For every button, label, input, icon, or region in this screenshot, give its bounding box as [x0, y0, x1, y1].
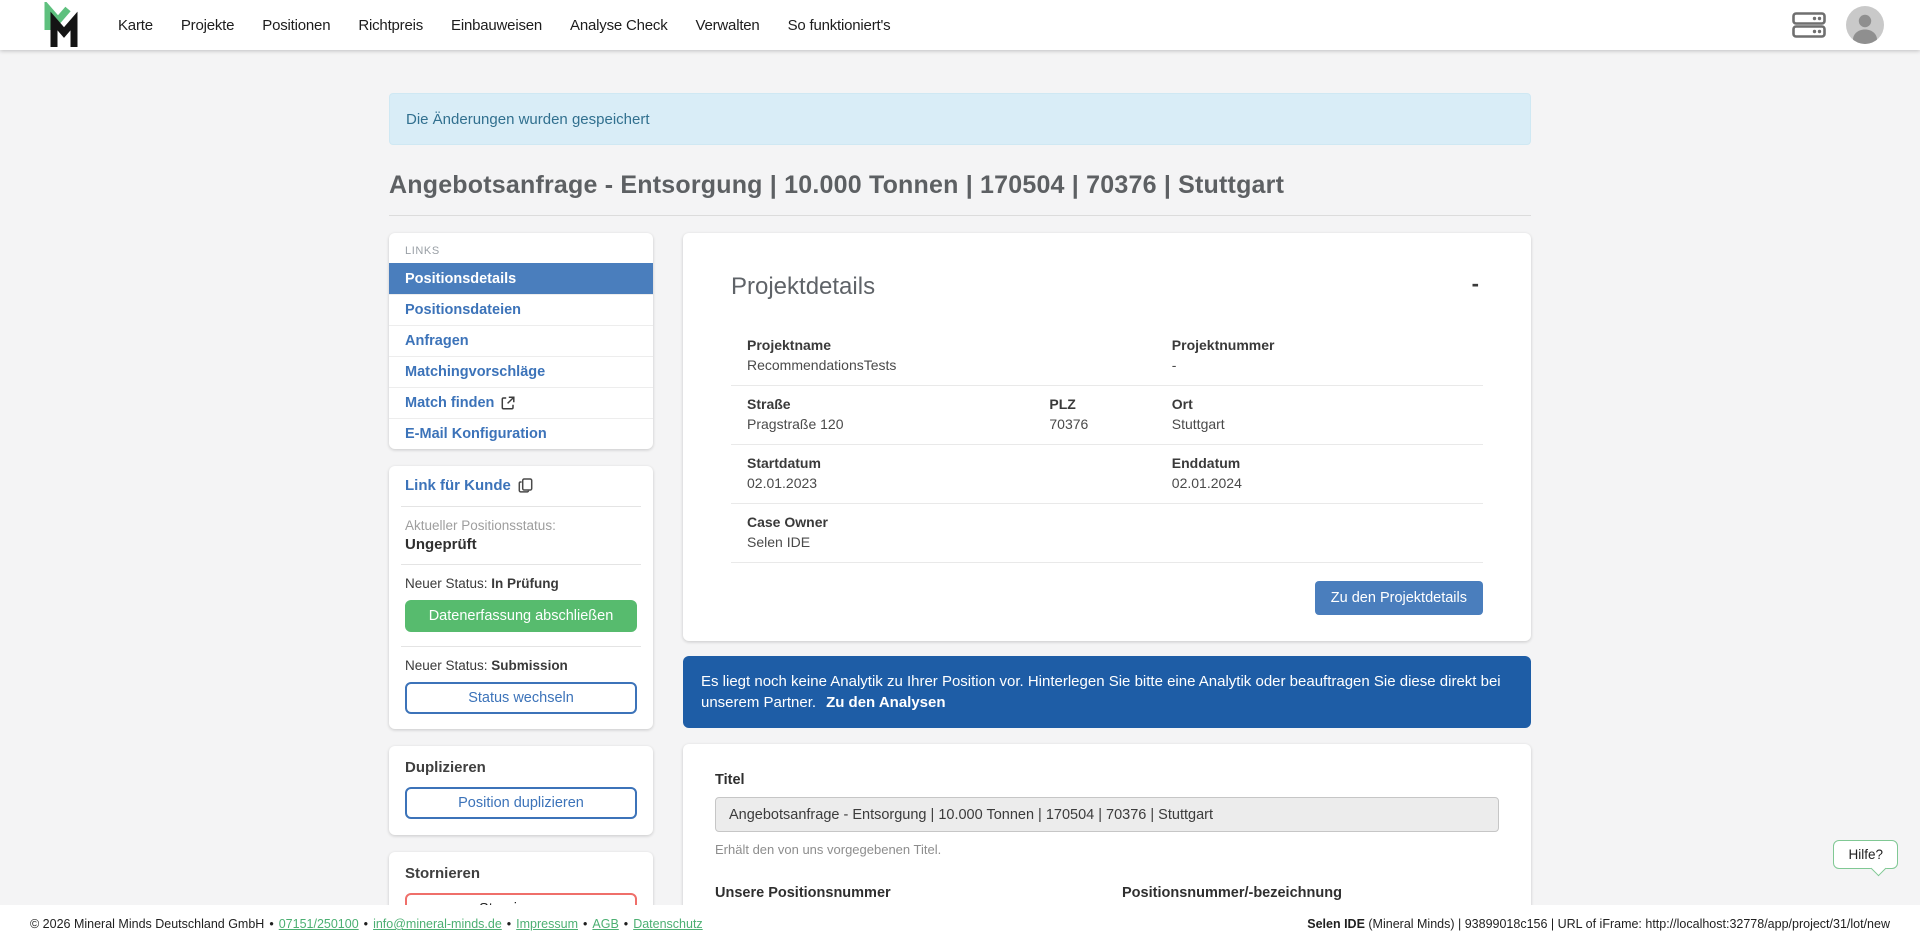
sidebar-item-positionsdateien[interactable]: Positionsdateien: [389, 294, 653, 325]
sidebar-item-label: E-Mail Konfiguration: [405, 426, 547, 442]
field-label: PLZ: [1049, 396, 1171, 412]
footer-impressum-link[interactable]: Impressum: [516, 917, 578, 931]
user-avatar-icon[interactable]: [1846, 6, 1884, 44]
footer-agb-link[interactable]: AGB: [592, 917, 618, 931]
switch-status-button[interactable]: Status wechseln: [405, 682, 637, 714]
duplicate-card-title: Duplizieren: [405, 759, 637, 776]
customer-link-label: Link für Kunde: [405, 477, 511, 494]
go-to-analyses-link[interactable]: Zu den Analysen: [826, 694, 945, 711]
status-card: Link für Kunde Aktueller Positionsstatus…: [389, 466, 653, 729]
nav-item-analyse-check[interactable]: Analyse Check: [570, 17, 667, 34]
go-to-project-details-button[interactable]: Zu den Projektdetails: [1315, 581, 1483, 615]
alert-message: Die Änderungen wurden gespeichert: [406, 111, 650, 128]
main-content: Projektdetails - Projektname Recommendati…: [683, 233, 1531, 943]
table-row: Startdatum 02.01.2023 Enddatum 02.01.2024: [731, 444, 1483, 503]
mineral-minds-logo[interactable]: [40, 0, 84, 50]
logo-icon: [40, 2, 84, 48]
help-button[interactable]: Hilfe?: [1833, 840, 1898, 869]
sidebar-item-label: Positionsdetails: [405, 271, 516, 287]
titel-label: Titel: [715, 772, 1499, 788]
field-value: RecommendationsTests: [747, 357, 1172, 373]
duplicate-card: Duplizieren Position duplizieren: [389, 746, 653, 835]
field-value: 02.01.2024: [1172, 475, 1467, 491]
help-button-label: Hilfe?: [1848, 847, 1883, 862]
nav-item-einbauweisen[interactable]: Einbauweisen: [451, 17, 542, 34]
project-details-card: Projektdetails - Projektname Recommendati…: [683, 233, 1531, 641]
field-label: Projektname: [747, 337, 1172, 353]
save-success-alert: Die Änderungen wurden gespeichert: [389, 93, 1531, 145]
sidebar-item-label: Matchingvorschläge: [405, 364, 545, 380]
new-status-line-2: Neuer Status: Submission: [405, 658, 637, 673]
links-card-header: LINKS: [389, 233, 653, 263]
page-title: Angebotsanfrage - Entsorgung | 10.000 To…: [389, 171, 1531, 216]
cancel-card-title: Stornieren: [405, 865, 637, 882]
page-container: Die Änderungen wurden gespeichert Angebo…: [389, 93, 1531, 943]
customer-link[interactable]: Link für Kunde: [405, 477, 533, 494]
sidebar-item-email-konfiguration[interactable]: E-Mail Konfiguration: [389, 418, 653, 449]
nav-item-karte[interactable]: Karte: [118, 17, 153, 34]
footer-phone-link[interactable]: 07151/250100: [279, 917, 359, 931]
sidebar-item-positionsdetails[interactable]: Positionsdetails: [389, 263, 653, 294]
sidebar-item-match-finden[interactable]: Match finden: [389, 387, 653, 418]
footer-user-name: Selen IDE: [1307, 917, 1365, 931]
field-value: 02.01.2023: [747, 475, 1172, 491]
field-label: Case Owner: [747, 514, 1467, 530]
collapse-card-button[interactable]: -: [1468, 273, 1483, 295]
titel-helper-text: Erhält den von uns vorgegebenen Titel.: [715, 842, 1499, 857]
copy-icon: [518, 478, 533, 493]
current-status-value: Ungeprüft: [405, 536, 637, 553]
field-label: Projektnummer: [1172, 337, 1467, 353]
field-label: Startdatum: [747, 455, 1172, 471]
footer-user-info: Selen IDE (Mineral Minds) | 93899018c156…: [1307, 917, 1890, 931]
sidebar-item-label: Positionsdateien: [405, 302, 521, 318]
table-row: Projektname RecommendationsTests Projektn…: [731, 327, 1483, 385]
banner-text: Es liegt noch keine Analytik zu Ihrer Po…: [701, 673, 1501, 711]
field-value: Selen IDE: [747, 534, 1467, 550]
current-status-label: Aktueller Positionsstatus:: [405, 518, 637, 533]
finish-data-entry-button[interactable]: Datenerfassung abschließen: [405, 600, 637, 632]
new-status-line-1: Neuer Status: In Prüfung: [405, 576, 637, 591]
nav-item-so-funktionierts[interactable]: So funktioniert's: [788, 17, 891, 34]
field-value: Stuttgart: [1172, 416, 1467, 432]
field-label: Ort: [1172, 396, 1467, 412]
field-value: Pragstraße 120: [747, 416, 1049, 432]
custom-position-number-label: Positionsnummer/-bezeichnung: [1122, 885, 1499, 901]
footer-datenschutz-link[interactable]: Datenschutz: [633, 917, 702, 931]
page-footer: © 2026 Mineral Minds Deutschland GmbH•07…: [0, 905, 1920, 943]
field-label: Straße: [747, 396, 1049, 412]
server-rack-icon[interactable]: [1792, 12, 1826, 38]
sidebar-item-label: Match finden: [405, 395, 494, 411]
titel-field-group: Titel Erhält den von uns vorgegebenen Ti…: [715, 772, 1499, 857]
table-row: Straße Pragstraße 120 PLZ 70376 Ort Stuttga…: [731, 385, 1483, 444]
main-nav: Karte Projekte Positionen Richtpreis Ein…: [118, 17, 890, 34]
field-value: -: [1172, 357, 1467, 373]
nav-item-projekte[interactable]: Projekte: [181, 17, 234, 34]
project-details-table: Projektname RecommendationsTests Projektn…: [731, 327, 1483, 563]
duplicate-position-button[interactable]: Position duplizieren: [405, 787, 637, 819]
footer-email-link[interactable]: info@mineral-minds.de: [373, 917, 502, 931]
top-navigation-bar: Karte Projekte Positionen Richtpreis Ein…: [0, 0, 1920, 50]
analytics-info-banner: Es liegt noch keine Analytik zu Ihrer Po…: [683, 656, 1531, 728]
footer-copyright: © 2026 Mineral Minds Deutschland GmbH: [30, 917, 264, 931]
sidebar: LINKS Positionsdetails Positionsdateien …: [389, 233, 653, 941]
titel-input[interactable]: [715, 797, 1499, 832]
footer-left: © 2026 Mineral Minds Deutschland GmbH•07…: [30, 917, 703, 931]
sidebar-item-anfragen[interactable]: Anfragen: [389, 325, 653, 356]
sidebar-item-label: Anfragen: [405, 333, 469, 349]
external-link-icon: [501, 396, 515, 410]
project-details-title: Projektdetails: [731, 273, 875, 301]
field-label: Enddatum: [1172, 455, 1467, 471]
sidebar-item-matchingvorschlaege[interactable]: Matchingvorschläge: [389, 356, 653, 387]
table-row: Case Owner Selen IDE: [731, 503, 1483, 562]
nav-item-verwalten[interactable]: Verwalten: [696, 17, 760, 34]
footer-user-details: (Mineral Minds) | 93899018c156 | URL of …: [1365, 917, 1890, 931]
nav-item-richtpreis[interactable]: Richtpreis: [358, 17, 423, 34]
field-value: 70376: [1049, 416, 1171, 432]
topbar-right-icons: [1792, 6, 1884, 44]
links-card: LINKS Positionsdetails Positionsdateien …: [389, 233, 653, 449]
nav-item-positionen[interactable]: Positionen: [262, 17, 330, 34]
our-position-number-label: Unsere Positionsnummer: [715, 885, 1092, 901]
